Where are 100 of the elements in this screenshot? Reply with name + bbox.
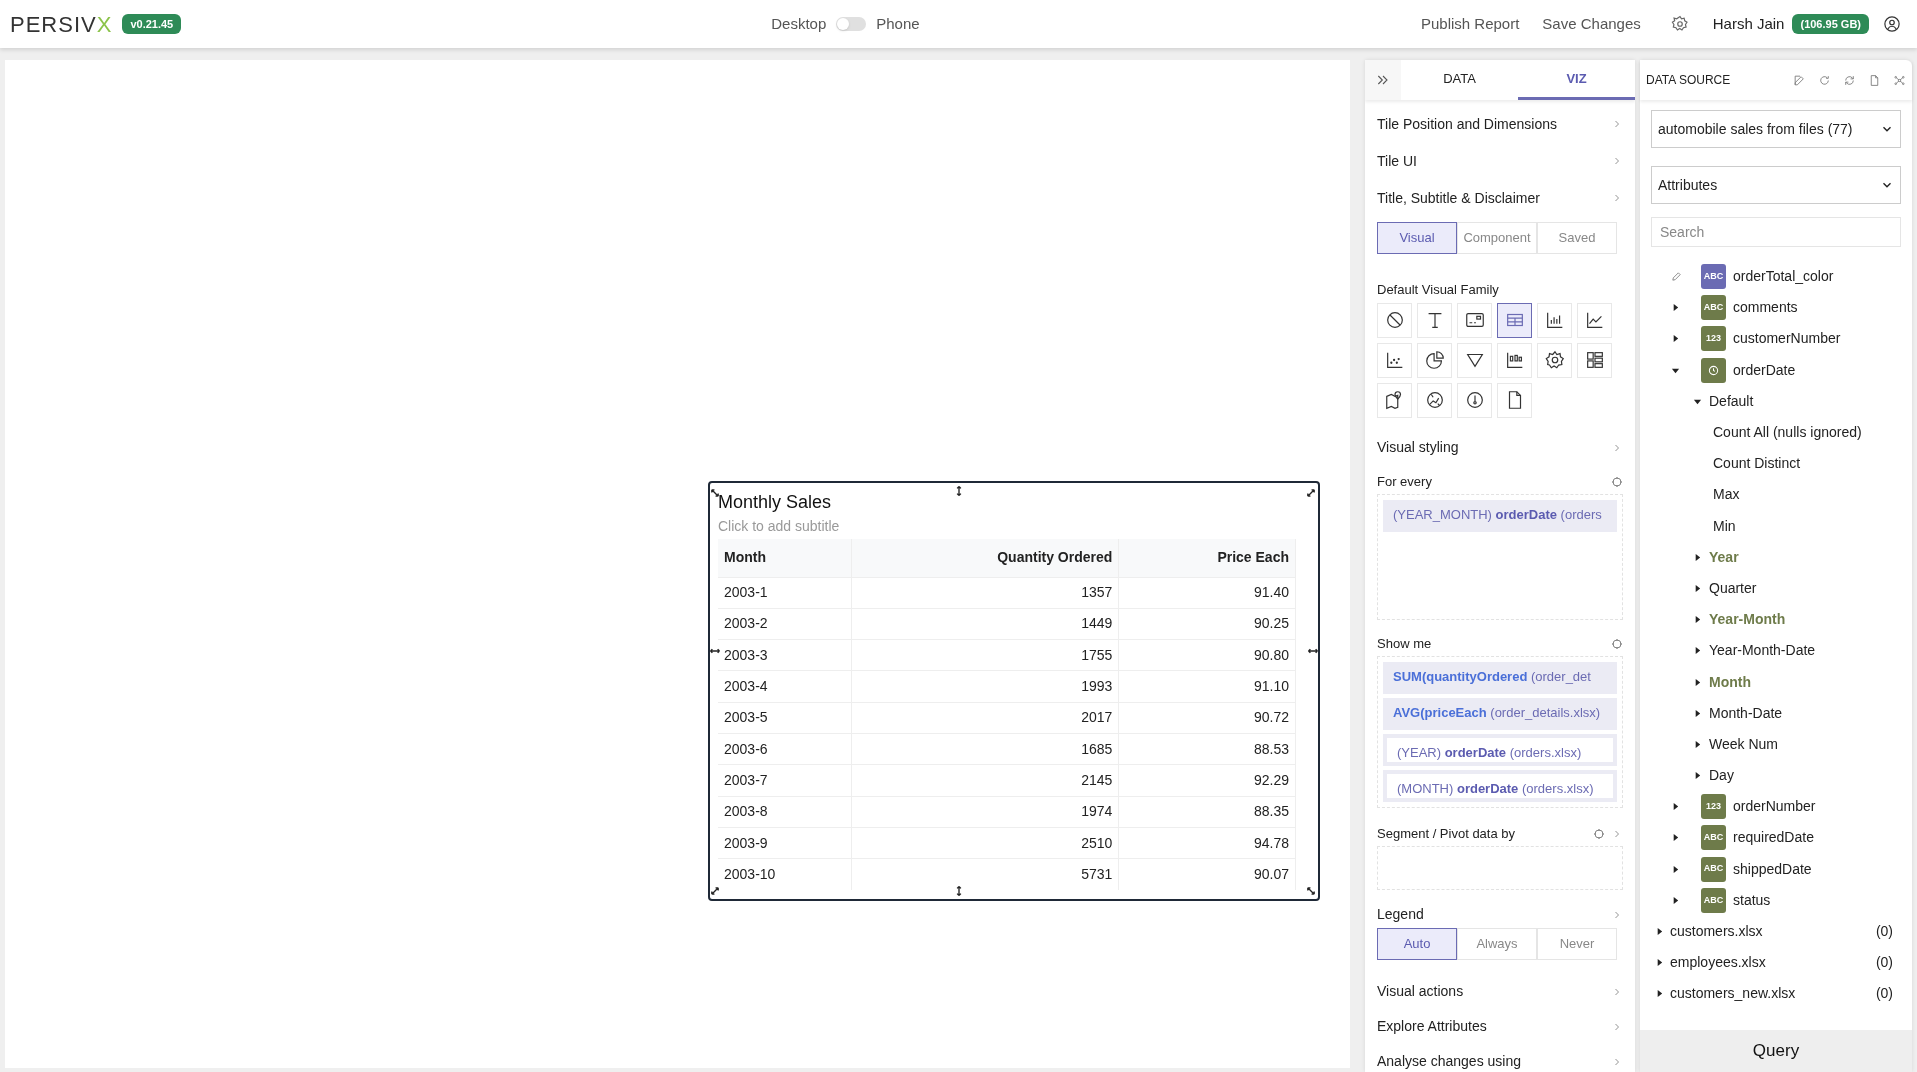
panel-tab[interactable]: VIZ bbox=[1518, 60, 1635, 100]
section-row[interactable]: Title, Subtitle & Disclaimer bbox=[1377, 184, 1623, 212]
sync-icon[interactable] bbox=[1843, 73, 1856, 87]
field-pill[interactable]: (YEAR) orderDate (orders.xlsx) bbox=[1383, 733, 1617, 766]
caret-right-icon[interactable] bbox=[1671, 895, 1680, 905]
column-header: Month bbox=[718, 539, 852, 577]
field-name[interactable]: customerNumber bbox=[1733, 328, 1841, 350]
resize-handle-icon[interactable] bbox=[1307, 646, 1319, 656]
caret-right-icon[interactable] bbox=[1693, 708, 1702, 718]
caret-right-icon[interactable] bbox=[1655, 989, 1664, 999]
segment-option[interactable]: Saved bbox=[1537, 222, 1617, 254]
aggregation-option[interactable]: Min bbox=[1713, 515, 1736, 537]
field-name[interactable]: orderDate bbox=[1733, 359, 1796, 381]
edit-icon[interactable] bbox=[1793, 73, 1806, 87]
caret-right-icon[interactable] bbox=[1671, 303, 1680, 313]
drop-zone[interactable]: SUM(quantityOrdered (order_det AVG(priceEach (order_details.xlsx) (YEAR) orderDate (orders.xlsx) (MONTH) orderDate (orders.xlsx) bbox=[1377, 655, 1623, 808]
table-cell: 88.53 bbox=[1118, 733, 1296, 765]
caret-right-icon[interactable] bbox=[1693, 583, 1702, 593]
field-variant[interactable]: Month-Date bbox=[1709, 702, 1783, 724]
field-name[interactable]: orderTotal_color bbox=[1733, 266, 1834, 288]
caret-right-icon[interactable] bbox=[1671, 864, 1680, 874]
header-action-link[interactable]: Save Changes bbox=[1542, 12, 1641, 36]
section-row[interactable]: Tile UI bbox=[1377, 147, 1623, 175]
file-name[interactable]: employees.xlsx bbox=[1670, 952, 1766, 974]
field-name[interactable]: status bbox=[1733, 889, 1771, 911]
section-row[interactable]: Visual styling bbox=[1377, 433, 1623, 462]
query-button[interactable]: Query bbox=[1640, 1030, 1912, 1072]
field-variant[interactable]: Month bbox=[1709, 671, 1751, 693]
caret-right-icon[interactable] bbox=[1671, 334, 1680, 344]
section-row[interactable]: Legend bbox=[1377, 903, 1623, 926]
field-pill[interactable]: SUM(quantityOrdered (order_det bbox=[1383, 661, 1617, 694]
document-icon[interactable] bbox=[1868, 73, 1881, 87]
segment-option[interactable]: Always bbox=[1457, 927, 1537, 960]
table-cell: 1685 bbox=[851, 733, 1119, 765]
dropdown[interactable]: Attributes bbox=[1651, 166, 1901, 204]
caret-right-icon[interactable] bbox=[1655, 958, 1664, 968]
segment-option[interactable]: Visual bbox=[1377, 222, 1457, 254]
type-badge: 123 bbox=[1701, 794, 1726, 820]
caret-right-icon[interactable] bbox=[1693, 646, 1702, 656]
caret-right-icon[interactable] bbox=[1671, 802, 1680, 812]
drop-zone[interactable]: (YEAR_MONTH) orderDate (orders bbox=[1377, 493, 1623, 620]
table-cell: 2510 bbox=[851, 827, 1119, 859]
resize-handle-icon[interactable] bbox=[954, 885, 964, 897]
panel-tab[interactable]: DATA bbox=[1401, 60, 1518, 100]
field-pill[interactable]: (MONTH) orderDate (orders.xlsx) bbox=[1383, 769, 1617, 802]
caret-right-icon[interactable] bbox=[1693, 739, 1702, 749]
logo: PERSIVX bbox=[10, 10, 113, 39]
table-cell: 1755 bbox=[851, 639, 1119, 671]
field-variant[interactable]: Year-Month bbox=[1709, 609, 1786, 631]
section-row[interactable]: Tile Position and Dimensions bbox=[1377, 110, 1623, 138]
caret-right-icon[interactable] bbox=[1671, 833, 1680, 843]
header-action-link[interactable]: Publish Report bbox=[1420, 12, 1520, 36]
field-name[interactable]: orderNumber bbox=[1733, 796, 1816, 818]
aggregation-option[interactable]: Count All (nulls ignored) bbox=[1713, 422, 1862, 444]
caret-right-icon[interactable] bbox=[1693, 615, 1702, 625]
segment-option[interactable]: Never bbox=[1537, 927, 1617, 960]
caret-right-icon[interactable] bbox=[1693, 771, 1702, 781]
segment-option[interactable]: Auto bbox=[1377, 927, 1457, 960]
table-cell: 2003-10 bbox=[718, 858, 852, 890]
caret-right-icon[interactable] bbox=[1693, 552, 1702, 562]
file-name[interactable]: customers.xlsx bbox=[1670, 921, 1763, 943]
field-variant[interactable]: Quarter bbox=[1709, 577, 1757, 599]
field-pill[interactable]: AVG(priceEach (order_details.xlsx) bbox=[1383, 697, 1617, 730]
caret-right-icon[interactable] bbox=[1693, 677, 1702, 687]
table-cell: 88.35 bbox=[1118, 796, 1296, 828]
user-icon[interactable] bbox=[1883, 15, 1901, 33]
table-cell: 2003-9 bbox=[718, 827, 852, 859]
table-cell: 2145 bbox=[851, 764, 1119, 797]
table-cell: 94.78 bbox=[1118, 827, 1296, 859]
field-name[interactable]: requiredDate bbox=[1733, 827, 1814, 849]
table-tile[interactable] bbox=[708, 481, 1320, 901]
field-name[interactable]: comments bbox=[1733, 297, 1798, 319]
field-variant[interactable]: Year bbox=[1709, 546, 1739, 568]
caret-right-icon[interactable] bbox=[1655, 927, 1664, 937]
aggregation-option[interactable]: Count Distinct bbox=[1713, 453, 1801, 475]
field-name[interactable]: shippedDate bbox=[1733, 858, 1812, 880]
refresh-icon[interactable] bbox=[1818, 73, 1831, 87]
section-row[interactable]: Analyse changes using bbox=[1377, 1047, 1623, 1072]
dropdown[interactable]: automobile sales from files (77) bbox=[1651, 110, 1901, 148]
resize-handle-icon[interactable] bbox=[954, 485, 964, 497]
pencil-icon[interactable] bbox=[1671, 271, 1682, 283]
field-pill[interactable]: (YEAR_MONTH) orderDate (orders bbox=[1383, 499, 1617, 532]
aggregation-option[interactable]: Max bbox=[1713, 484, 1740, 506]
file-name[interactable]: customers_new.xlsx bbox=[1670, 983, 1796, 1005]
section-row[interactable]: Visual actions bbox=[1377, 977, 1623, 1006]
field-variant[interactable]: Year-Month-Date bbox=[1709, 640, 1816, 662]
network-icon[interactable] bbox=[1893, 73, 1906, 87]
search-field[interactable]: Search bbox=[1651, 217, 1901, 247]
table-cell: 91.10 bbox=[1118, 670, 1296, 703]
table-cell: 2003-3 bbox=[718, 639, 852, 671]
settings-icon[interactable] bbox=[1670, 15, 1689, 33]
field-variant[interactable]: Default bbox=[1709, 390, 1754, 412]
section-row[interactable]: Explore Attributes bbox=[1377, 1012, 1623, 1041]
resize-handle-icon[interactable] bbox=[709, 646, 721, 656]
panel-title: DATA SOURCE bbox=[1646, 72, 1731, 89]
segment-option[interactable]: Component bbox=[1457, 222, 1537, 254]
view-toggle[interactable] bbox=[836, 17, 867, 31]
field-variant[interactable]: Day bbox=[1709, 765, 1734, 787]
table-cell: 91.40 bbox=[1118, 577, 1296, 609]
field-variant[interactable]: Week Num bbox=[1709, 733, 1778, 755]
